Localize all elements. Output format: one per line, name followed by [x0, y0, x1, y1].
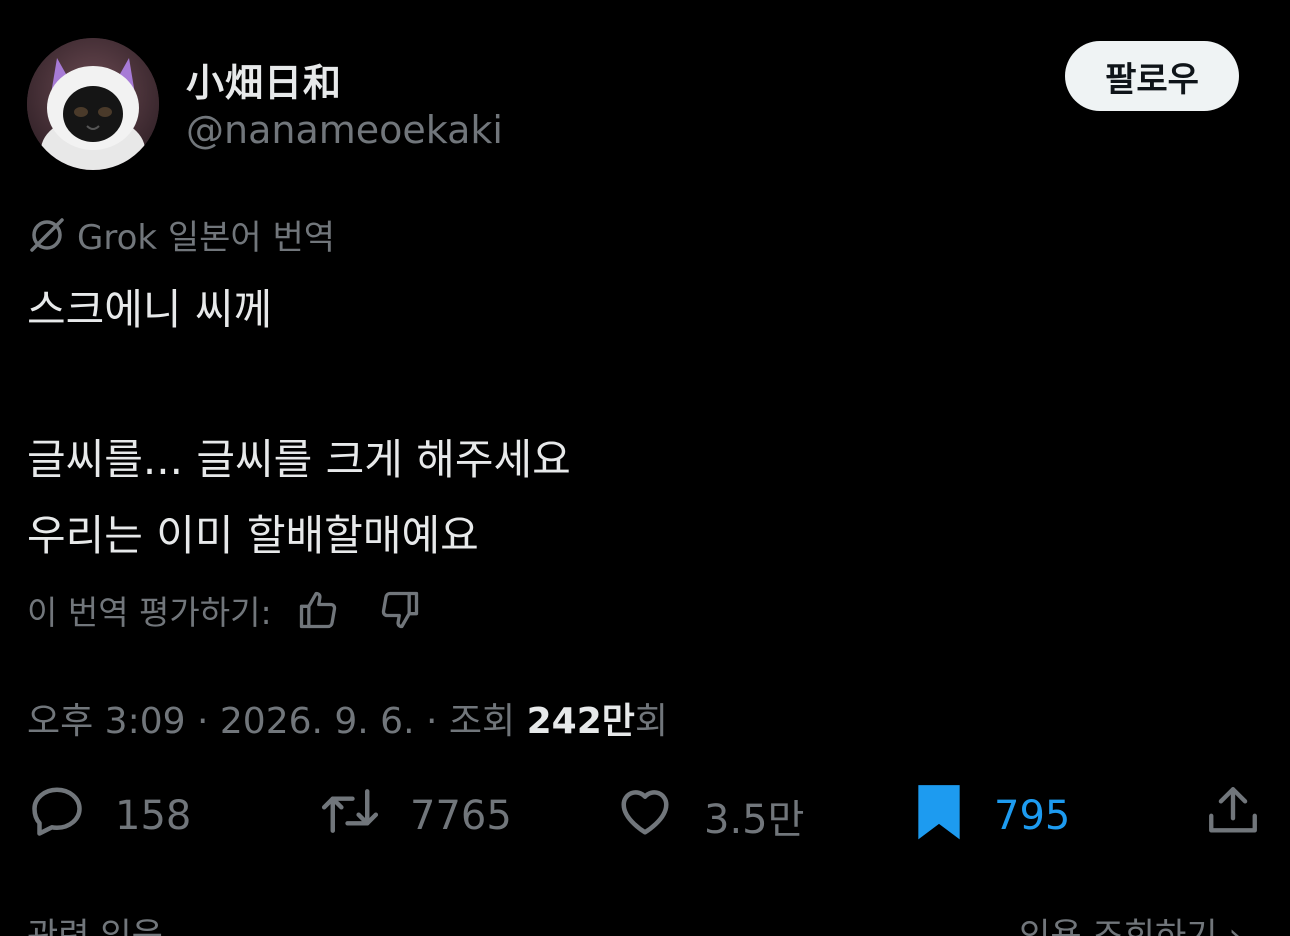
translation-label: Grok 일본어 번역	[27, 210, 335, 259]
retweet-button[interactable]: 7765	[318, 784, 512, 848]
tweet-text-line-1: 스크에니 씨께	[27, 285, 273, 334]
views-label: 조회	[448, 701, 516, 742]
related-posts-toggle[interactable]: 관련 있음 ⌄	[27, 908, 202, 936]
author-display-name[interactable]: 小畑日和	[186, 52, 342, 107]
like-button[interactable]: 3.5만	[614, 784, 804, 848]
share-icon	[1204, 781, 1262, 851]
thumbs-down-icon[interactable]	[378, 588, 422, 632]
translation-label-text: Grok 일본어 번역	[77, 218, 336, 258]
reply-button[interactable]: 158	[27, 784, 191, 848]
share-button[interactable]	[1204, 784, 1262, 848]
views-count: 242만	[526, 701, 635, 742]
retweet-count: 7765	[410, 793, 512, 839]
meta-separator: ·	[196, 701, 209, 742]
view-quotes-link[interactable]: 인용 조회하기 ›	[1019, 908, 1242, 936]
reply-count: 158	[115, 793, 192, 839]
like-count: 3.5만	[704, 797, 805, 843]
rate-translation-label: 이 번역 평가하기:	[27, 593, 272, 632]
heart-icon	[614, 781, 676, 851]
author-handle[interactable]: @nanameoekaki	[186, 108, 503, 152]
tweet-text-line-2: 글씨를... 글씨를 크게 해주세요	[27, 435, 571, 484]
tweet-time[interactable]: 오후 3:09	[27, 701, 186, 742]
tweet-detail-page: 小畑日和 @nanameoekaki 팔로우 Grok 일본어 번역 스크에니 …	[0, 0, 1290, 936]
bookmark-count: 795	[994, 793, 1071, 839]
reply-icon	[27, 781, 87, 851]
retweet-icon	[318, 781, 382, 851]
follow-button[interactable]: 팔로우	[1065, 41, 1239, 111]
cat-avatar-icon	[27, 38, 159, 170]
bookmark-icon	[912, 780, 966, 852]
grok-icon	[27, 215, 67, 255]
avatar[interactable]	[27, 38, 159, 170]
rate-translation-row: 이 번역 평가하기:	[27, 586, 422, 634]
bookmark-button[interactable]: 795	[912, 784, 1070, 848]
tweet-date[interactable]: 2026. 9. 6.	[220, 701, 415, 742]
meta-separator: ·	[426, 701, 438, 742]
tweet-meta: 오후 3:09 · 2026. 9. 6. · 조회 242만회	[27, 692, 668, 744]
thumbs-up-icon[interactable]	[296, 588, 340, 632]
views-suffix: 회	[634, 701, 669, 742]
tweet-text-line-3: 우리는 이미 할배할매예요	[27, 511, 479, 560]
